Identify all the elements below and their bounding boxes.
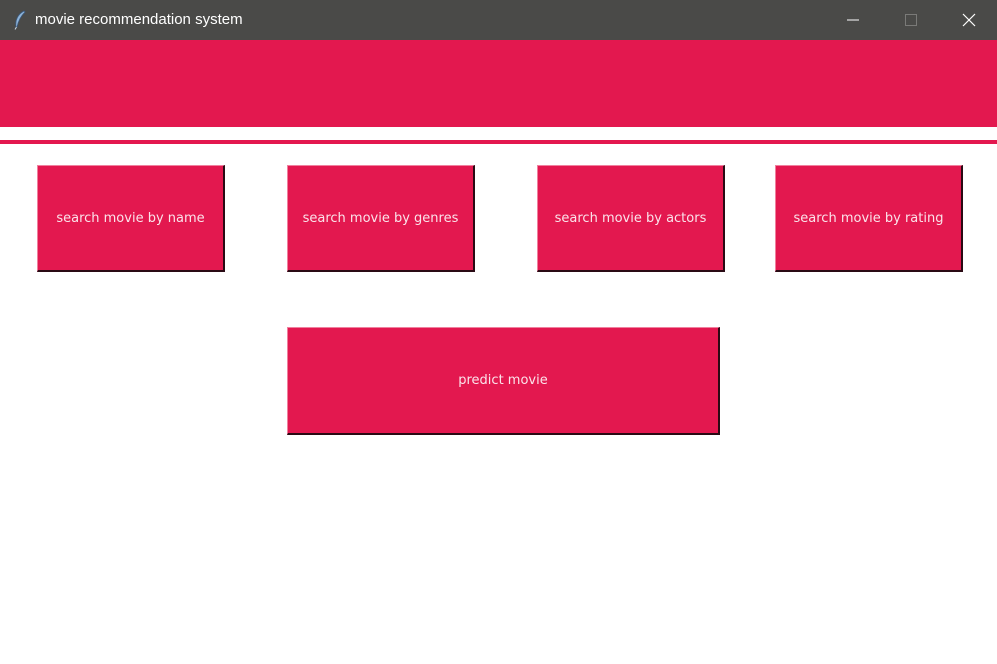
search-by-actors-button[interactable]: search movie by actors	[537, 165, 725, 272]
maximize-icon	[905, 14, 917, 26]
title-bar[interactable]: movie recommendation system	[0, 0, 997, 40]
close-button[interactable]	[940, 0, 997, 40]
app-window: movie recommendation system search movie…	[0, 0, 997, 664]
minimize-icon	[847, 19, 859, 21]
window-title: movie recommendation system	[35, 11, 243, 28]
feather-icon	[12, 10, 28, 30]
minimize-button[interactable]	[824, 0, 882, 40]
search-by-rating-button[interactable]: search movie by rating	[775, 165, 963, 272]
header-banner	[0, 40, 997, 127]
predict-movie-button[interactable]: predict movie	[287, 327, 720, 435]
maximize-button[interactable]	[882, 0, 940, 40]
header-divider	[0, 140, 997, 144]
close-icon	[962, 13, 976, 27]
search-by-genres-button[interactable]: search movie by genres	[287, 165, 475, 272]
search-by-name-button[interactable]: search movie by name	[37, 165, 225, 272]
